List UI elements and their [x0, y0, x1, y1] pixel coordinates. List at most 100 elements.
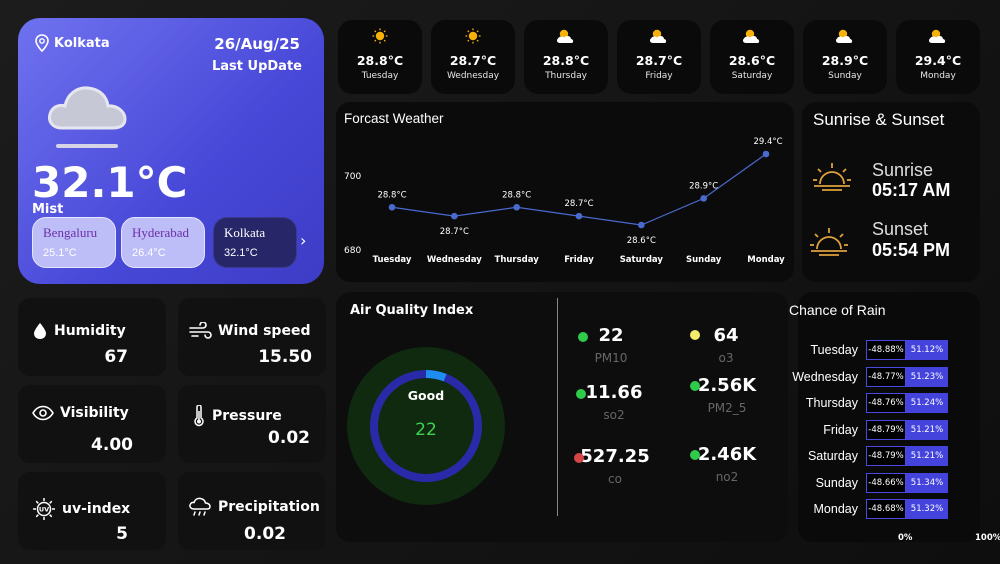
location-pin-icon [35, 34, 49, 52]
pollutant-name: PM10 [594, 351, 628, 365]
pollutant-name: no2 [715, 470, 739, 484]
day-tile: 28.8°C Tuesday [338, 20, 422, 94]
data-point [513, 203, 520, 211]
status-dot [690, 381, 700, 391]
pollutant-pm10: 22 PM10 [566, 325, 656, 365]
status-dot [578, 332, 588, 342]
sunset-label: Sunset [872, 219, 929, 239]
pollutant-name: so2 [603, 408, 625, 422]
data-label: 29.4°C [753, 137, 782, 147]
data-point [451, 212, 458, 220]
day-temp: 29.4°C [914, 53, 962, 68]
city-name: Kolkata [54, 35, 110, 51]
wind-icon [189, 322, 212, 339]
metric-value: 5 [116, 524, 128, 544]
x-tick-label: Saturday [620, 255, 664, 265]
rain-bar-positive: 51.21% [906, 420, 948, 440]
rain-row: Monday -48.68% 51.32% [798, 499, 980, 519]
city-button-temp: 32.1°C [224, 247, 258, 259]
aqi-value: 22 [415, 420, 437, 440]
city-button-temp: 25.1°C [43, 247, 77, 259]
day-name: Thursday [545, 71, 587, 81]
svg-text:UV: UV [39, 506, 49, 514]
current-date: 26/Aug/25 [214, 35, 300, 53]
rain-day: Thursday [805, 396, 858, 410]
rain-day: Friday [823, 423, 858, 437]
current-condition: Mist [32, 202, 64, 217]
metric-label: Humidity [54, 323, 126, 339]
rain-bar-positive: 51.21% [906, 446, 948, 466]
rain-day: Monday [813, 502, 858, 516]
data-label: 28.7°C [564, 199, 593, 209]
sun-title: Sunrise & Sunset [813, 110, 945, 129]
day-tile: 28.9°C Sunday [803, 20, 887, 94]
aqi-title: Air Quality Index [350, 303, 474, 318]
day-temp: 28.8°C [356, 53, 404, 68]
metric-value: 0.02 [244, 524, 286, 544]
day-name: Monday [920, 71, 956, 81]
rain-row: Thursday -48.76% 51.24% [798, 393, 980, 413]
sun-icon [372, 28, 388, 44]
chevron-right-icon[interactable]: › [300, 231, 306, 250]
pollutant-co: 527.25 co [570, 446, 660, 486]
city-button-hyderabad[interactable]: Hyderabad 26.4°C [121, 217, 205, 268]
status-dot [690, 330, 700, 340]
sunrise-label: Sunrise [872, 160, 934, 180]
wind-speed-card: Wind speed 15.50 [178, 298, 326, 376]
metric-value: 4.00 [91, 435, 133, 455]
pollutant-pm2-5: 2.56K PM2_5 [682, 375, 772, 415]
x-tick-label: Thursday [495, 255, 540, 265]
city-button-bengaluru[interactable]: Bengaluru 25.1°C [32, 217, 116, 268]
rain-bar-negative: -48.68% [866, 499, 906, 519]
day-tile: 29.4°C Monday [896, 20, 980, 94]
rain-bar-positive: 51.23% [906, 367, 948, 387]
rain-row: Wednesday -48.77% 51.23% [792, 367, 980, 387]
air-quality-card: Air Quality Index Good 22 22 PM10 64 o3 … [336, 292, 788, 542]
location: Kolkata [34, 34, 110, 52]
rain-day: Tuesday [810, 343, 858, 357]
data-label: 28.7°C [440, 227, 469, 237]
partly-cloudy-icon [649, 29, 667, 43]
rain-bar-positive: 51.12% [906, 340, 948, 360]
aqi-divider [557, 298, 558, 516]
forecast-line-chart: 700 680 28.8°C Tuesday 28.7°C Wednesday 28.8°C… [344, 137, 785, 265]
day-temp: 28.8°C [542, 53, 590, 68]
metric-label: Pressure [212, 408, 282, 424]
visibility-card: Visibility 4.00 [18, 385, 166, 463]
day-temp: 28.9°C [821, 53, 869, 68]
city-button-kolkata[interactable]: Kolkata 32.1°C [213, 217, 297, 268]
y-tick-label: 700 [344, 172, 361, 182]
rain-bar-negative: -48.79% [866, 420, 906, 440]
day-name: Wednesday [446, 71, 500, 81]
partly-cloudy-icon [928, 29, 946, 43]
x-tick-label: Sunday [686, 255, 722, 265]
rain-cloud-icon [189, 497, 211, 516]
x-tick-label: Tuesday [373, 255, 412, 265]
partly-cloudy-icon [835, 29, 853, 43]
humidity-card: Humidity 67 [18, 298, 166, 376]
rain-bar-positive: 51.32% [906, 499, 948, 519]
sunset-time: 05:54 PM [872, 240, 951, 260]
sunset-icon [810, 228, 848, 256]
day-name: Saturday [731, 71, 773, 81]
pollutant-so2: 11.66 so2 [569, 382, 659, 422]
data-label: 28.8°C [377, 190, 406, 200]
metric-value: 67 [104, 347, 128, 367]
pollutant-name: PM2_5 [707, 401, 747, 415]
y-tick-label: 680 [344, 246, 361, 256]
sunrise-icon [813, 163, 851, 191]
uv-icon: UV [33, 498, 55, 520]
day-name: Tuesday [361, 71, 399, 81]
rain-bar-negative: -48.76% [866, 393, 906, 413]
rain-day: Sunday [815, 476, 858, 490]
partly-cloudy-icon [556, 29, 574, 43]
rain-bar-positive: 51.34% [906, 473, 948, 493]
rain-day: Saturday [807, 449, 858, 463]
pollutant-no2: 2.46K no2 [682, 444, 772, 484]
rain-axis-max: 100% [975, 533, 1000, 543]
status-dot [574, 453, 584, 463]
data-point [388, 203, 396, 211]
city-button-label: Hyderabad [132, 225, 190, 240]
rain-title: Chance of Rain [789, 302, 886, 318]
day-temp: 28.7°C [635, 53, 683, 68]
